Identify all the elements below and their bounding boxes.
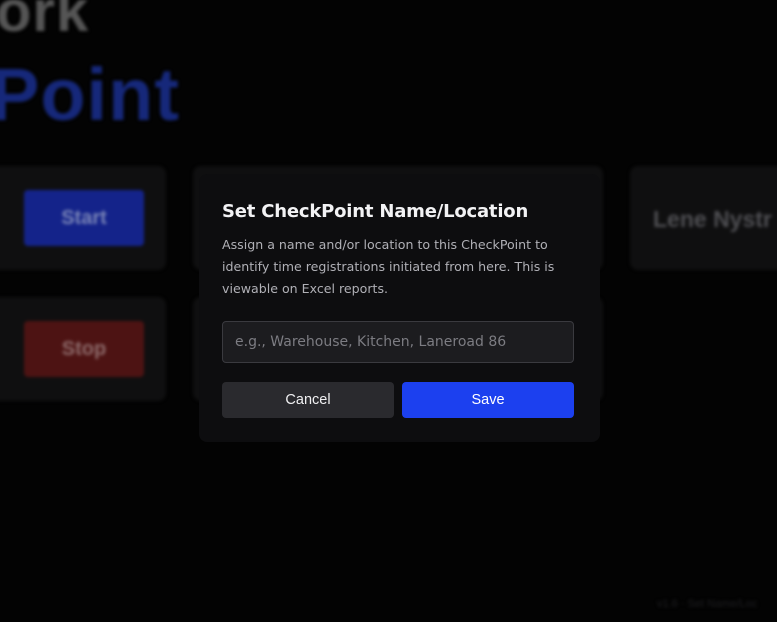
- app-logo-line1: ork: [0, 0, 90, 44]
- checkpoint-name-dialog: Set CheckPoint Name/Location Assign a na…: [199, 174, 600, 442]
- footer-version: v1.6 · Set Name/Loc: [657, 598, 758, 610]
- stop-button[interactable]: Stop: [24, 321, 144, 377]
- user-name[interactable]: Lene Nystr: [653, 206, 772, 233]
- dialog-actions: Cancel Save: [222, 382, 576, 418]
- cancel-button[interactable]: Cancel: [222, 382, 394, 418]
- app-logo-line2: Point: [0, 53, 180, 136]
- app-page: ork Point Start Stop Lene Nystr v1.6 · S…: [0, 0, 777, 622]
- start-button[interactable]: Start: [24, 190, 144, 246]
- dialog-title: Set CheckPoint Name/Location: [222, 201, 529, 222]
- dialog-description: Assign a name and/or location to this Ch…: [222, 237, 555, 296]
- checkpoint-name-input[interactable]: [222, 321, 574, 363]
- save-button[interactable]: Save: [402, 382, 574, 418]
